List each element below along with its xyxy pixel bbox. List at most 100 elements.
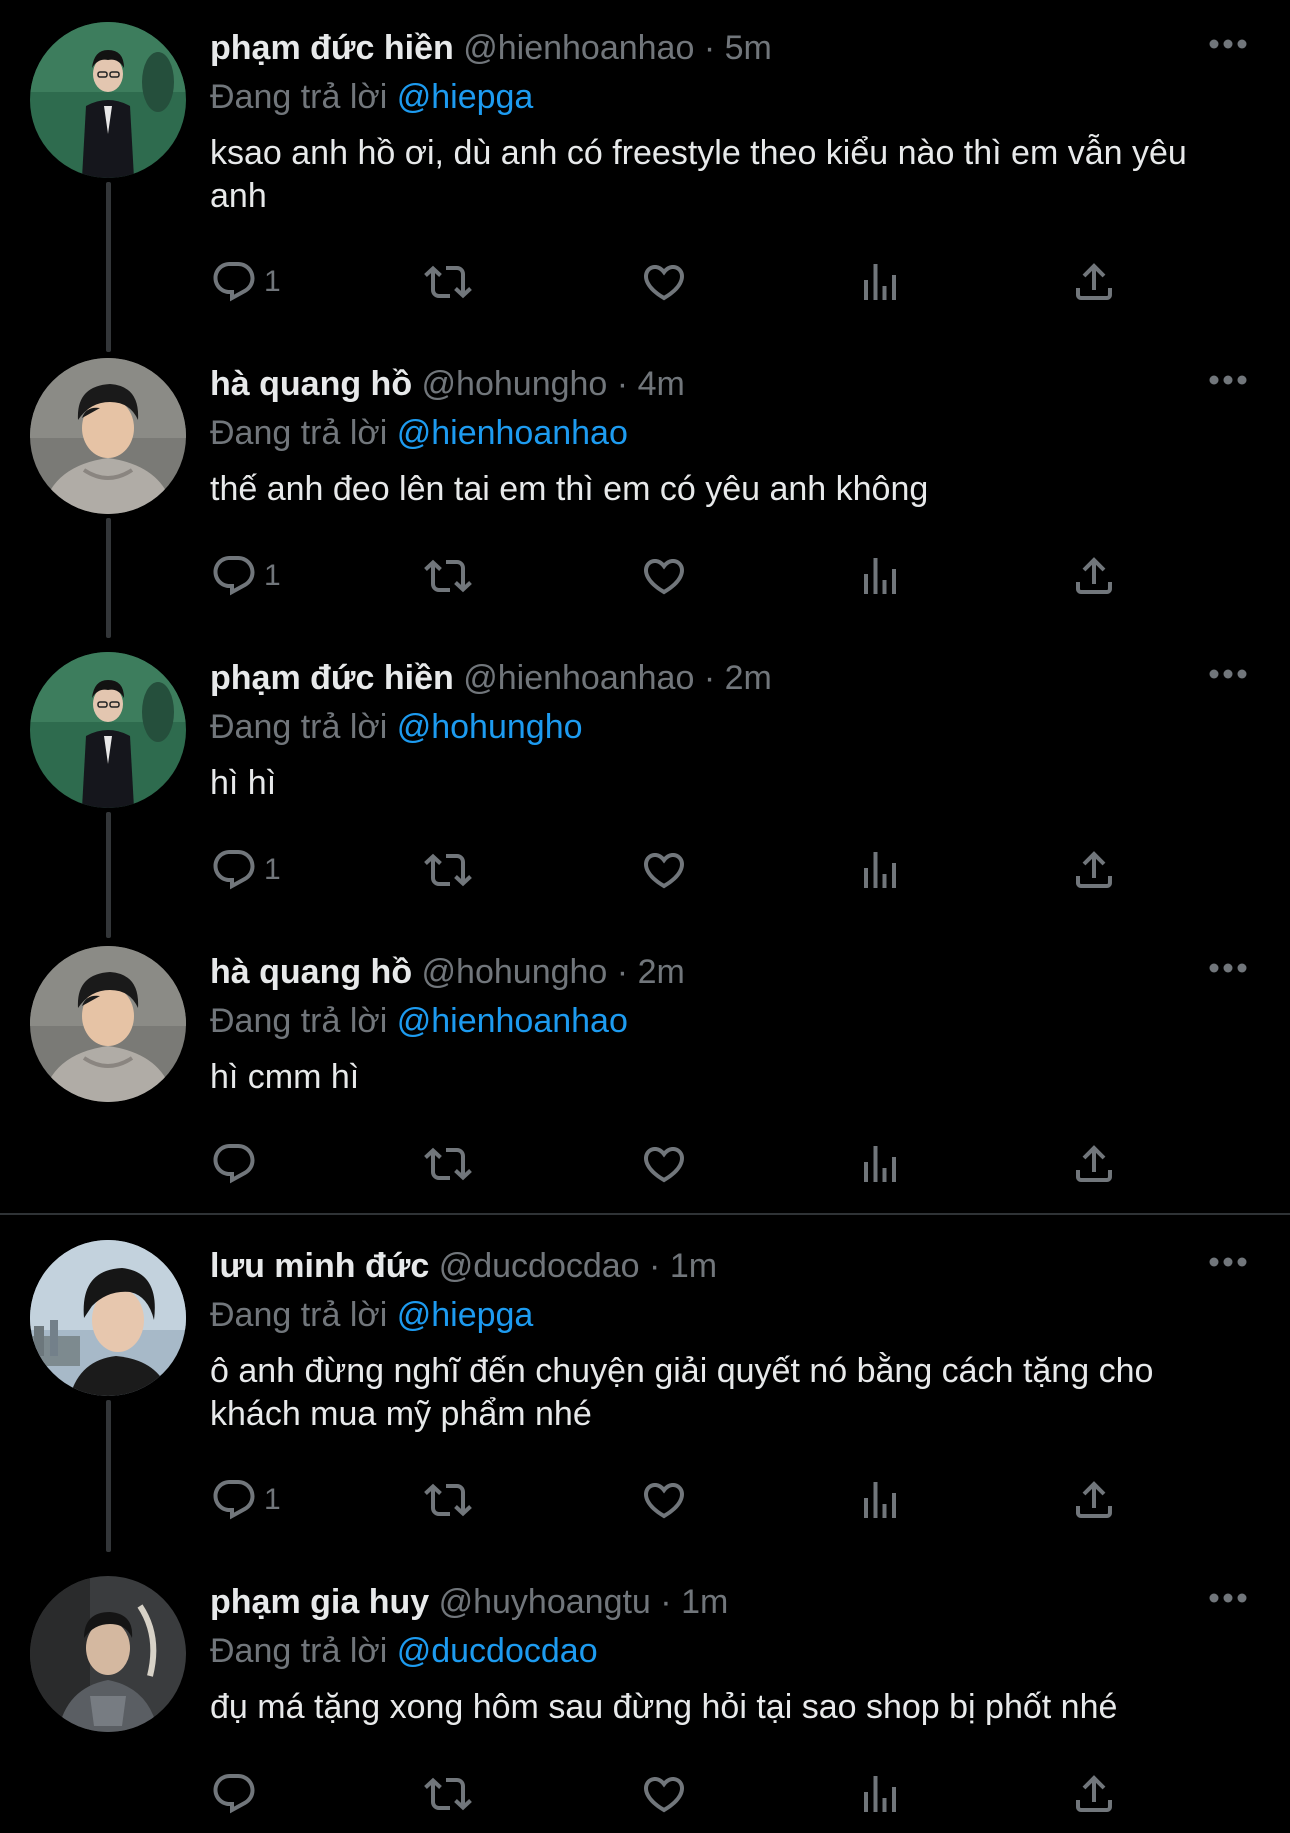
bar-chart-icon [856,846,904,894]
mention-link[interactable]: @hohungho [397,708,583,746]
tweet-text: ô anh đừng nghĩ đến chuyện giải quyết nó… [210,1352,1154,1433]
thread-divider [0,1213,1290,1215]
like-button[interactable] [640,254,688,310]
replying-prefix: Đang trả lời [210,1296,388,1334]
timestamp[interactable]: 2m [725,659,772,697]
more-options-icon[interactable] [1208,34,1248,54]
share-button[interactable] [1070,548,1118,604]
user-handle[interactable]: @hohungho [422,365,608,403]
more-options-icon[interactable] [1208,958,1248,978]
mention-link[interactable]: @hiepga [397,78,534,116]
display-name[interactable]: phạm gia huy [210,1583,429,1621]
tweet[interactable]: hà quang hồ @hohungho · 4m Đang trả lời … [0,336,1290,638]
action-bar: 1 [210,254,1160,310]
reply-button[interactable]: 1 [210,254,281,310]
views-button[interactable] [856,254,904,310]
views-button[interactable] [856,1766,904,1822]
tweet[interactable]: phạm đức hiền @hienhoanhao · 2m Đang trả… [0,630,1290,938]
share-button[interactable] [1070,254,1118,310]
reply-button[interactable]: 1 [210,842,281,898]
tweet-text: đụ má tặng xong hôm sau đừng hỏi tại sao… [210,1688,1118,1726]
user-handle[interactable]: @huyhoangtu [439,1583,651,1621]
share-button[interactable] [1070,1136,1118,1192]
display-name[interactable]: phạm đức hiền [210,659,454,697]
display-name[interactable]: lưu minh đức [210,1247,429,1285]
tweet[interactable]: phạm gia huy @huyhoangtu · 1m Đang trả l… [0,1554,1290,1833]
replying-to: Đang trả lời @hienhoanhao [210,411,628,455]
mention-link[interactable]: @hienhoanhao [397,414,628,452]
share-icon [1070,258,1118,306]
tweet-header: hà quang hồ @hohungho · 2m [210,950,685,994]
views-button[interactable] [856,548,904,604]
separator-dot: · [703,659,716,697]
reply-button[interactable]: 1 [210,548,281,604]
avatar[interactable] [30,652,186,808]
like-button[interactable] [640,1472,688,1528]
tweet[interactable]: phạm đức hiền @hienhoanhao · 5m Đang trả… [0,0,1290,352]
timestamp[interactable]: 5m [725,29,772,67]
like-button[interactable] [640,842,688,898]
tweet[interactable]: hà quang hồ @hohungho · 2m Đang trả lời … [0,924,1290,1214]
retweet-button[interactable] [424,254,472,310]
like-button[interactable] [640,1766,688,1822]
like-button[interactable] [640,548,688,604]
avatar[interactable] [30,1576,186,1732]
more-options-icon[interactable] [1208,1588,1248,1608]
thread-line [106,1400,111,1552]
timestamp[interactable]: 1m [670,1247,717,1285]
retweet-button[interactable] [424,548,472,604]
views-button[interactable] [856,1136,904,1192]
user-handle[interactable]: @hienhoanhao [463,29,694,67]
replying-to: Đang trả lời @hienhoanhao [210,999,628,1043]
tweet[interactable]: lưu minh đức @ducdocdao · 1m Đang trả lờ… [0,1218,1290,1552]
retweet-button[interactable] [424,1136,472,1192]
user-handle[interactable]: @hienhoanhao [463,659,694,697]
share-button[interactable] [1070,842,1118,898]
tweet-header: phạm đức hiền @hienhoanhao · 5m [210,26,772,70]
tweet-header: hà quang hồ @hohungho · 4m [210,362,685,406]
reply-icon [210,1140,258,1188]
retweet-icon [424,552,472,600]
reply-button[interactable] [210,1766,264,1822]
views-button[interactable] [856,1472,904,1528]
action-bar: 1 [210,842,1160,898]
timestamp[interactable]: 2m [638,953,685,991]
avatar[interactable] [30,1240,186,1396]
user-handle[interactable]: @hohungho [422,953,608,991]
avatar[interactable] [30,358,186,514]
avatar[interactable] [30,946,186,1102]
share-button[interactable] [1070,1472,1118,1528]
bar-chart-icon [856,1770,904,1818]
tweet-text: thế anh đeo lên tai em thì em có yêu anh… [210,470,929,508]
reply-button[interactable]: 1 [210,1472,281,1528]
reply-icon [210,1476,258,1524]
user-handle[interactable]: @ducdocdao [439,1247,640,1285]
tweet-text: hì cmm hì [210,1058,360,1096]
retweet-button[interactable] [424,1766,472,1822]
display-name[interactable]: phạm đức hiền [210,29,454,67]
avatar[interactable] [30,22,186,178]
timestamp[interactable]: 4m [638,365,685,403]
reply-button[interactable] [210,1136,264,1192]
more-options-icon[interactable] [1208,1252,1248,1272]
reply-count: 1 [264,559,281,592]
retweet-icon [424,846,472,894]
mention-link[interactable]: @hienhoanhao [397,1002,628,1040]
mention-link[interactable]: @ducdocdao [397,1632,598,1670]
like-button[interactable] [640,1136,688,1192]
timestamp[interactable]: 1m [681,1583,728,1621]
display-name[interactable]: hà quang hồ [210,953,412,991]
replying-prefix: Đang trả lời [210,78,388,116]
action-bar [210,1136,1160,1192]
views-button[interactable] [856,842,904,898]
heart-icon [640,1476,688,1524]
more-options-icon[interactable] [1208,370,1248,390]
share-button[interactable] [1070,1766,1118,1822]
bar-chart-icon [856,1476,904,1524]
display-name[interactable]: hà quang hồ [210,365,412,403]
more-options-icon[interactable] [1208,664,1248,684]
retweet-button[interactable] [424,1472,472,1528]
mention-link[interactable]: @hiepga [397,1296,534,1334]
replying-to: Đang trả lời @hohungho [210,705,583,749]
retweet-button[interactable] [424,842,472,898]
